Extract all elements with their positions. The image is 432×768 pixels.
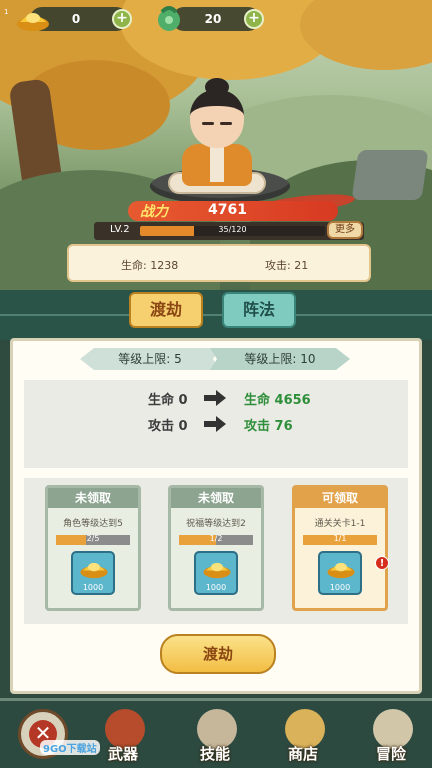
current-level-limit: 等级上限: 5 <box>80 348 220 370</box>
hp-current: 生命 0 <box>148 393 188 408</box>
ruins-rocks <box>351 150 429 200</box>
gold-ingot-icon <box>203 562 231 579</box>
stat-comparison: 生命 0 生命 4656 攻击 0 攻击 76 <box>24 380 408 468</box>
tab-dujie[interactable]: 渡劫 <box>129 292 203 328</box>
nav-weapon[interactable]: 武器 <box>88 705 158 767</box>
level-row: LV.2 35/120 <box>94 222 364 240</box>
nav-skill-label: 技能 <box>199 745 230 763</box>
hp-next: 生命 4656 <box>244 393 311 408</box>
reward-progress: 1/2 <box>179 535 253 545</box>
reward-progress: 2/5 <box>56 535 130 545</box>
attack-stat: 攻击: 21 <box>265 259 309 272</box>
corner-tag: 1 <box>4 8 9 16</box>
nav-adventure[interactable]: 冒险 <box>356 705 426 767</box>
watermark-logo: 9GO下载站 <box>40 740 100 755</box>
add-gold-button[interactable]: + <box>112 9 132 29</box>
reward-status: 未领取 <box>48 488 138 508</box>
reward-progress-text: 1/1 <box>333 535 347 543</box>
arrow-right-icon <box>204 390 226 406</box>
gold-ingot-icon <box>17 13 49 31</box>
reward-card-1[interactable]: 未领取 角色等级达到5 2/5 1000 <box>45 485 141 611</box>
attack-next: 攻击 76 <box>244 419 293 434</box>
reward-item[interactable]: 1000 <box>318 551 362 595</box>
attack-comparison-row: 攻击 0 攻击 76 <box>24 415 408 437</box>
reward-status: 可领取 <box>295 488 385 508</box>
reward-task: 角色等级达到5 <box>63 519 123 529</box>
meditating-hero[interactable] <box>162 78 272 198</box>
reward-item[interactable]: 1000 <box>71 551 115 595</box>
reward-status: 未领取 <box>171 488 261 508</box>
exp-bar: 35/120 <box>140 226 325 236</box>
power-label: 战力 <box>140 204 168 220</box>
reward-progress: 1/1 <box>303 535 377 545</box>
hp-comparison-row: 生命 0 生命 4656 <box>24 389 408 411</box>
next-level-limit: 等级上限: 10 <box>210 348 350 370</box>
jade-token-icon <box>158 6 180 31</box>
power-value: 4761 <box>208 202 247 218</box>
breakthrough-button[interactable]: 渡劫 <box>160 634 276 674</box>
exp-text: 35/120 <box>218 226 247 234</box>
gold-ingot-icon <box>80 562 108 579</box>
tree-foliage <box>300 0 432 70</box>
reward-task: 祝福等级达到2 <box>186 519 246 529</box>
jade-counter: 20 + <box>172 7 264 31</box>
nav-shop-label: 商店 <box>287 745 318 763</box>
hero-stats: 生命: 1238 攻击: 21 <box>67 244 371 282</box>
reward-task: 通关关卡1-1 <box>314 519 366 529</box>
attack-current: 攻击 0 <box>148 419 188 434</box>
gold-ingot-icon <box>327 562 355 579</box>
arrow-right-icon <box>204 416 226 432</box>
reward-progress-text: 1/2 <box>209 535 223 543</box>
reward-qty: 1000 <box>329 583 351 592</box>
nav-adventure-label: 冒险 <box>375 745 406 763</box>
hp-stat: 生命: 1238 <box>121 259 179 272</box>
add-jade-button[interactable]: + <box>244 9 264 29</box>
alert-icon: ! <box>375 556 389 570</box>
tab-zhenfa[interactable]: 阵法 <box>222 292 296 328</box>
reward-qty: 1000 <box>205 583 227 592</box>
nav-shop[interactable]: 商店 <box>268 705 338 767</box>
level-label: LV.2 <box>110 224 130 235</box>
reward-qty: 1000 <box>82 583 104 592</box>
more-button[interactable]: 更多 <box>327 221 363 239</box>
tab-band <box>0 290 432 340</box>
reward-progress-text: 2/5 <box>86 535 100 543</box>
reward-card-3[interactable]: 可领取 通关关卡1-1 1/1 1000 ! <box>292 485 389 611</box>
jade-value: 20 <box>204 12 222 26</box>
combat-power-bar: 战力 4761 <box>128 201 338 221</box>
gold-value: 0 <box>71 12 81 26</box>
reward-item[interactable]: 1000 <box>194 551 238 595</box>
nav-skill[interactable]: 技能 <box>180 705 250 767</box>
reward-card-2[interactable]: 未领取 祝福等级达到2 1/2 1000 <box>168 485 264 611</box>
bottom-nav: ✕ 武器 技能 商店 冒险 <box>0 698 432 768</box>
